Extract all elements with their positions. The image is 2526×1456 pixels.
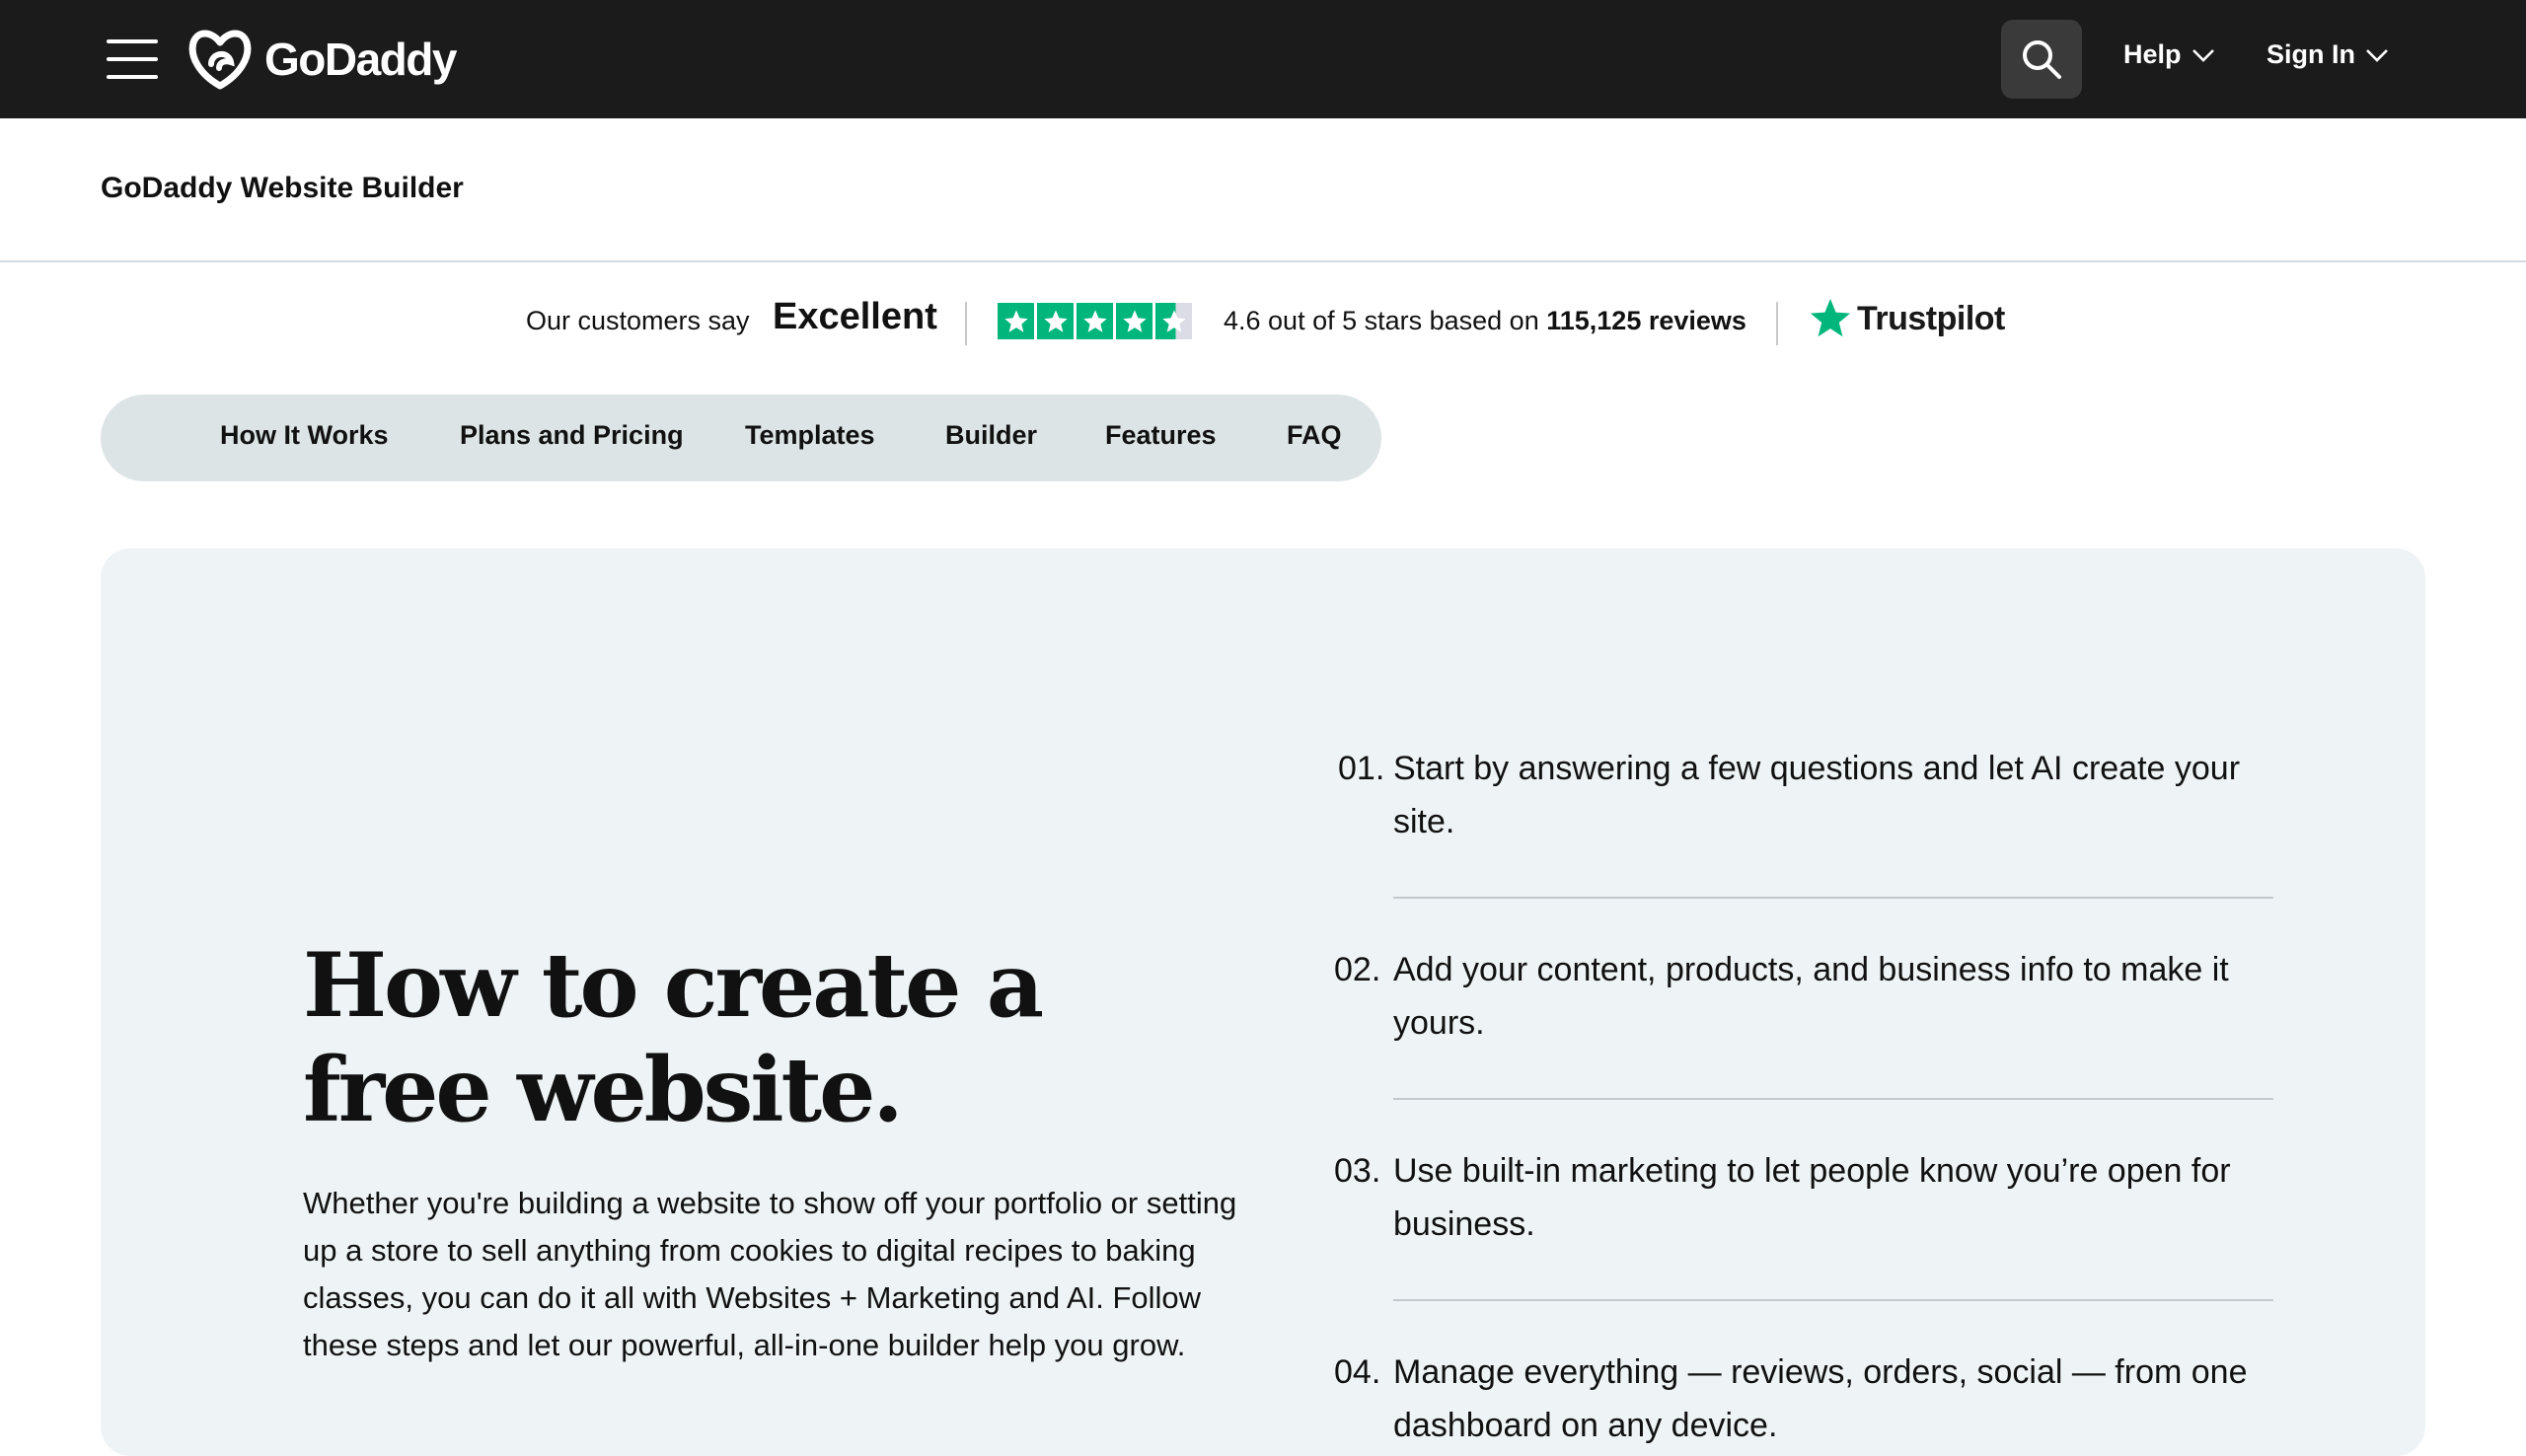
trustpilot-summary: 4.6 out of 5 stars based on 115,125 revi… bbox=[1224, 306, 1746, 336]
star-icon bbox=[1037, 303, 1074, 339]
trustpilot-logo[interactable]: Trustpilot bbox=[1808, 296, 2005, 341]
tab-how-it-works[interactable]: How It Works bbox=[220, 420, 389, 451]
tab-templates[interactable]: Templates bbox=[745, 420, 875, 451]
step-text: Start by answering a few questions and l… bbox=[1393, 750, 2241, 840]
divider bbox=[1393, 1098, 2273, 1100]
section-tabs: How It Works Plans and Pricing Templates… bbox=[101, 395, 1381, 481]
godaddy-logo-icon bbox=[188, 30, 252, 90]
logo-wordmark: GoDaddy bbox=[264, 34, 457, 85]
star-half-icon bbox=[1155, 303, 1192, 339]
step-number: 02. bbox=[1334, 951, 1381, 988]
step-text: Add your content, products, and business… bbox=[1393, 951, 2229, 1042]
step-text: Use built-in marketing to let people kno… bbox=[1393, 1152, 2231, 1243]
trustpilot-rating-word: Excellent bbox=[773, 296, 937, 337]
tab-plans-and-pricing[interactable]: Plans and Pricing bbox=[460, 420, 684, 451]
step-number: 01. bbox=[1338, 750, 1385, 787]
divider bbox=[1393, 1299, 2273, 1301]
product-title[interactable]: GoDaddy Website Builder bbox=[101, 172, 464, 205]
trustpilot-brand: Trustpilot bbox=[1857, 299, 2005, 337]
star-icon bbox=[1116, 303, 1152, 339]
trustpilot-review-count: 115,125 bbox=[1546, 306, 1642, 335]
help-label: Help bbox=[2123, 39, 2182, 69]
divider bbox=[965, 302, 967, 345]
product-bar: GoDaddy Website Builder bbox=[0, 118, 2526, 262]
star-icon bbox=[1077, 303, 1113, 339]
divider bbox=[1393, 897, 2273, 899]
tab-faq[interactable]: FAQ bbox=[1287, 420, 1342, 451]
hero-heading: How to create a free website. bbox=[303, 933, 1044, 1142]
trustpilot-widget[interactable]: Our customers say Excellent 4.6 out of 5… bbox=[0, 294, 2526, 353]
trustpilot-rating-text: 4.6 out of 5 stars based on bbox=[1224, 306, 1539, 335]
sign-in-menu-button[interactable]: Sign In bbox=[2266, 39, 2389, 70]
global-header: GoDaddy Help Sign In bbox=[0, 0, 2526, 118]
search-button[interactable] bbox=[2001, 20, 2082, 99]
tab-builder[interactable]: Builder bbox=[945, 420, 1037, 451]
divider bbox=[1776, 302, 1778, 345]
hero-description: Whether you're building a website to sho… bbox=[303, 1186, 1237, 1362]
tab-features[interactable]: Features bbox=[1105, 420, 1217, 451]
chevron-down-icon bbox=[2366, 48, 2388, 62]
trustpilot-star-icon bbox=[1810, 298, 1851, 337]
search-icon bbox=[2023, 40, 2061, 79]
trustpilot-stars bbox=[998, 303, 1192, 339]
godaddy-logo[interactable]: GoDaddy bbox=[186, 26, 457, 93]
chevron-down-icon bbox=[2192, 48, 2214, 62]
help-menu-button[interactable]: Help bbox=[2123, 39, 2215, 70]
sign-in-label: Sign In bbox=[2266, 39, 2355, 69]
trustpilot-customers-say: Our customers say bbox=[526, 306, 750, 335]
step-text: Manage everything — reviews, orders, soc… bbox=[1393, 1353, 2248, 1444]
star-icon bbox=[998, 303, 1034, 339]
hamburger-menu-icon[interactable] bbox=[107, 37, 158, 81]
step-number: 04. bbox=[1334, 1353, 1381, 1391]
trustpilot-reviews-word: reviews bbox=[1648, 306, 1746, 335]
step-number: 03. bbox=[1334, 1152, 1381, 1190]
